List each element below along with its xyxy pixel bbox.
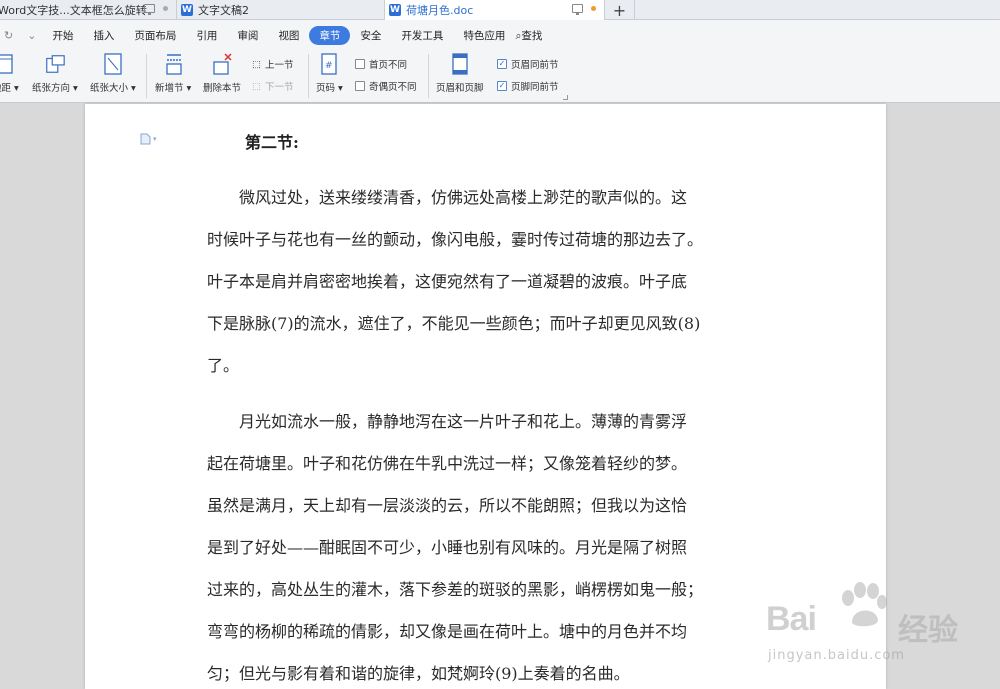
margins-label: 边距 bbox=[0, 83, 12, 94]
dropdown-chevron-icon[interactable]: ⌄ bbox=[13, 29, 42, 42]
menu-references[interactable]: 引用 bbox=[186, 28, 227, 43]
toolbar-divider bbox=[428, 54, 429, 98]
menu-view[interactable]: 视图 bbox=[268, 28, 309, 43]
text-line: 下是脉脉(7)的流水，遮住了，不能见一些颜色；而叶子却更见风致(8) bbox=[207, 314, 701, 333]
text-line: 了。 bbox=[207, 356, 240, 375]
prev-section-button[interactable]: ⬚ 上一节 bbox=[252, 57, 294, 72]
header-footer-icon bbox=[449, 52, 471, 76]
header-footer-button[interactable]: 页眉和页脚 bbox=[436, 52, 484, 94]
ribbon-menu: ↻ ⌄ 开始 插入 页面布局 引用 审阅 视图 章节 安全 开发工具 特色应用 … bbox=[0, 20, 1000, 50]
menu-security[interactable]: 安全 bbox=[350, 28, 391, 43]
text-line: 虽然是满月，天上却有一层淡淡的云，所以不能朗照；但我以为这恰 bbox=[207, 496, 688, 515]
paragraph-2: 月光如流水一般，静静地泻在这一片叶子和花上。薄薄的青雾浮 起在荷塘里。叶子和花仿… bbox=[207, 401, 765, 689]
checkbox-checked-icon[interactable]: ✓ bbox=[497, 59, 507, 69]
menu-special-apps[interactable]: 特色应用 bbox=[453, 28, 515, 43]
delete-section-button[interactable]: 删除本节 bbox=[203, 52, 241, 94]
text-line: 是到了好处——酣眠固不可少，小睡也别有风味的。月光是隔了树照 bbox=[207, 538, 688, 557]
new-section-icon bbox=[162, 52, 184, 76]
odd-even-different-label: 奇偶页不同 bbox=[369, 82, 417, 93]
menu-developer[interactable]: 开发工具 bbox=[391, 28, 453, 43]
text-line: 时候叶子与花也有一丝的颤动，像闪电般，霎时传过荷塘的那边去了。 bbox=[207, 230, 704, 249]
tab-word-tips[interactable]: Word文字技...文本框怎么旋转 bbox=[0, 0, 177, 20]
text-line: 叶子本是肩并肩密密地挨着，这便宛然有了一道凝碧的波痕。叶子底 bbox=[207, 272, 688, 291]
page-number-button[interactable]: # 页码 ▾ bbox=[316, 52, 343, 94]
delete-section-icon bbox=[211, 52, 233, 76]
new-tab-button[interactable]: + bbox=[605, 0, 635, 20]
redo-icon[interactable]: ↻ bbox=[0, 29, 13, 42]
orientation-button[interactable]: 纸张方向 ▾ bbox=[32, 52, 78, 94]
odd-even-different-checkbox[interactable]: 奇偶页不同 bbox=[355, 79, 417, 93]
monitor-icon[interactable] bbox=[572, 4, 583, 15]
dialog-launcher-icon[interactable] bbox=[563, 95, 568, 100]
text-line: 匀；但光与影有着和谐的旋律，如梵婀玲(9)上奏着的名曲。 bbox=[207, 664, 630, 683]
toolbar-divider bbox=[146, 54, 147, 98]
checkbox-box[interactable] bbox=[355, 81, 365, 91]
ribbon-toolbar: 边距 ▾ 纸张方向 ▾ 纸张大小 ▾ 新增节 ▾ 删除本节 ⬚ 上一节 ⬚ 下一… bbox=[0, 50, 1000, 103]
svg-text:#: # bbox=[325, 61, 333, 71]
header-same-prev-label: 页眉同前节 bbox=[511, 60, 559, 71]
menu-page-layout[interactable]: 页面布局 bbox=[124, 28, 186, 43]
orientation-label: 纸张方向 bbox=[32, 83, 71, 94]
checkbox-checked-icon[interactable]: ✓ bbox=[497, 81, 507, 91]
next-section-icon: ⬚ bbox=[252, 80, 261, 92]
text-line: 微风过处，送来缕缕清香，仿佛远处高楼上渺茫的歌声似的。这 bbox=[207, 188, 688, 207]
tab-bar: Word文字技...文本框怎么旋转 W 文字文稿2 W 荷塘月色.doc + bbox=[0, 0, 1000, 21]
search-label: 查找 bbox=[521, 29, 543, 42]
unsaved-dot-icon bbox=[591, 6, 596, 11]
page-number-label: 页码 bbox=[316, 83, 336, 94]
paragraph-layout-icon[interactable]: ▾ bbox=[140, 133, 157, 145]
watermark-brand-cn: 经验 bbox=[898, 613, 958, 648]
paper-size-label: 纸张大小 bbox=[90, 83, 129, 94]
paper-size-button[interactable]: 纸张大小 ▾ bbox=[90, 52, 136, 94]
menu-home[interactable]: 开始 bbox=[42, 28, 83, 43]
next-section-button[interactable]: ⬚ 下一节 bbox=[252, 79, 294, 94]
word-doc-icon: W bbox=[181, 4, 193, 16]
margins-button[interactable]: 边距 ▾ bbox=[0, 52, 19, 94]
monitor-icon[interactable] bbox=[144, 4, 155, 15]
paper-orientation-icon bbox=[44, 52, 66, 76]
checkbox-box[interactable] bbox=[355, 59, 365, 69]
next-section-label: 下一节 bbox=[264, 82, 294, 93]
margins-icon bbox=[0, 52, 16, 76]
menu-review[interactable]: 审阅 bbox=[227, 28, 268, 43]
header-footer-label: 页眉和页脚 bbox=[436, 83, 484, 94]
tab-label: 荷塘月色.doc bbox=[406, 4, 474, 17]
word-doc-icon: W bbox=[389, 4, 401, 16]
prev-section-label: 上一节 bbox=[264, 60, 294, 71]
search-button[interactable]: ⌕查找 bbox=[515, 28, 552, 43]
paw-logo-icon bbox=[842, 582, 887, 627]
tab-hetang-yuese[interactable]: W 荷塘月色.doc bbox=[385, 0, 605, 21]
new-section-button[interactable]: 新增节 ▾ bbox=[155, 52, 191, 94]
prev-section-icon: ⬚ bbox=[252, 58, 261, 70]
header-same-as-previous-checkbox[interactable]: ✓ 页眉同前节 bbox=[497, 57, 559, 71]
text-line: 月光如流水一般，静静地泻在这一片叶子和花上。薄薄的青雾浮 bbox=[207, 412, 688, 431]
baidu-jingyan-watermark: Bai 经验 jingyan.baidu.com bbox=[758, 578, 998, 678]
text-line: 起在荷塘里。叶子和花仿佛在牛乳中洗过一样；又像笼着轻纱的梦。 bbox=[207, 454, 688, 473]
first-page-different-label: 首页不同 bbox=[369, 60, 408, 71]
paper-size-icon bbox=[102, 52, 124, 76]
text-line: 过来的，高处丛生的灌木，落下参差的斑驳的黑影，峭楞楞如鬼一般； bbox=[207, 580, 704, 599]
menu-section[interactable]: 章节 bbox=[309, 25, 351, 45]
new-section-label: 新增节 bbox=[155, 83, 184, 94]
text-line: 弯弯的杨柳的稀疏的倩影，却又像是画在荷叶上。塘中的月色并不均 bbox=[207, 622, 688, 641]
section-heading: 第二节: bbox=[245, 133, 299, 152]
tab-label: 文字文稿2 bbox=[198, 4, 249, 17]
menu-insert[interactable]: 插入 bbox=[83, 28, 124, 43]
first-page-different-checkbox[interactable]: 首页不同 bbox=[355, 57, 407, 71]
toolbar-divider bbox=[308, 54, 309, 98]
watermark-url: jingyan.baidu.com bbox=[768, 648, 905, 663]
delete-section-label: 删除本节 bbox=[203, 83, 242, 94]
paragraph-1: 微风过处，送来缕缕清香，仿佛远处高楼上渺茫的歌声似的。这 时候叶子与花也有一丝的… bbox=[207, 177, 765, 387]
tab-document-2[interactable]: W 文字文稿2 bbox=[177, 0, 385, 20]
footer-same-as-previous-checkbox[interactable]: ✓ 页脚同前节 bbox=[497, 79, 559, 93]
unsaved-dot-icon bbox=[163, 6, 168, 11]
footer-same-prev-label: 页脚同前节 bbox=[511, 82, 559, 93]
watermark-brand: Bai bbox=[766, 600, 817, 638]
page-number-icon: # bbox=[318, 52, 340, 76]
tab-label: Word文字技...文本框怎么旋转 bbox=[0, 4, 147, 17]
